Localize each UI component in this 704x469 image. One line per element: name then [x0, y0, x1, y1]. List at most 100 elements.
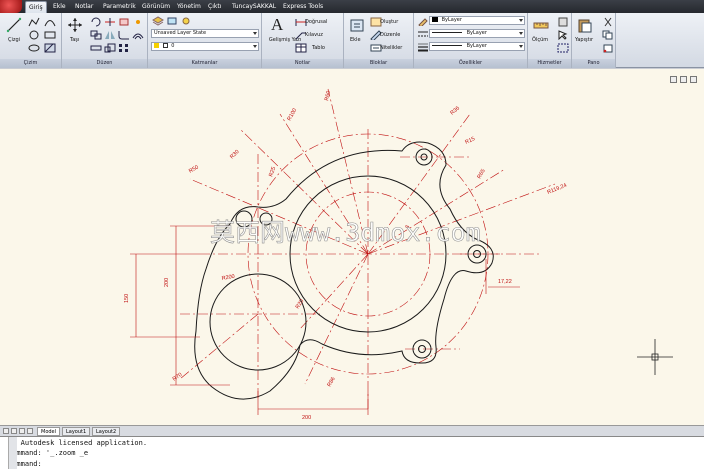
- application-menu-button[interactable]: [0, 0, 22, 13]
- table-icon[interactable]: [295, 43, 307, 53]
- command-line[interactable]: or Autodesk licensed application. Comman…: [0, 436, 704, 469]
- panel-duzen: Taşı Düzen: [62, 13, 148, 68]
- panel-notlar-title[interactable]: Notlar: [262, 59, 343, 68]
- panel-cizim-title[interactable]: Çizim: [0, 59, 61, 68]
- create-block-icon[interactable]: [370, 17, 382, 27]
- lightbulb-icon: [154, 43, 159, 48]
- tab-notlar[interactable]: Notlar: [72, 1, 96, 13]
- prev-layout-icon[interactable]: [11, 428, 17, 434]
- panel-hizmetler-title[interactable]: Hizmetler: [528, 59, 571, 68]
- drawing-canvas[interactable]: R60 R100 R30 R50 R25 R36 R15 R65 R119,24…: [0, 69, 704, 425]
- next-layout-icon[interactable]: [19, 428, 25, 434]
- dim-r86: R86: [327, 376, 337, 388]
- command-history-line-2: Command: '_.zoom _e: [8, 449, 89, 457]
- layer-properties-icon[interactable]: [152, 16, 164, 26]
- polyline-icon[interactable]: [28, 17, 40, 27]
- ribbon-tab-bar: Giriş Ekle Notlar Parametrik Görünüm Yön…: [0, 0, 704, 13]
- color-dropdown[interactable]: ByLayer: [429, 16, 525, 25]
- dim-r100: R100: [287, 108, 299, 122]
- cut-icon[interactable]: [602, 17, 614, 27]
- dim-linear-label[interactable]: Doğrusal: [305, 19, 327, 25]
- first-layout-icon[interactable]: [3, 428, 9, 434]
- layer-dropdown[interactable]: 0: [151, 42, 259, 51]
- leader-label[interactable]: Kılavuz: [305, 32, 323, 38]
- panel-cizim: Çizgi Çizim: [0, 13, 62, 68]
- attributes-icon[interactable]: [370, 43, 382, 53]
- tab-cikti[interactable]: Çıktı: [205, 1, 224, 13]
- offset-icon[interactable]: [132, 30, 144, 40]
- dim-17-22: 17,22: [498, 279, 512, 285]
- explode-icon[interactable]: [132, 17, 144, 27]
- panel-ozellikler: ByLayer ByLayer ByLayer Özellikler: [414, 13, 528, 68]
- paste-icon[interactable]: [577, 17, 593, 33]
- lineweight-dropdown[interactable]: ByLayer: [429, 42, 525, 51]
- panel-pano-title[interactable]: Pano: [572, 59, 615, 68]
- linetype-icon[interactable]: [417, 29, 429, 39]
- tab-giris[interactable]: Giriş: [25, 1, 47, 13]
- panel-bloklar-title[interactable]: Bloklar: [344, 59, 413, 68]
- insert-block-icon[interactable]: [349, 17, 365, 33]
- lineweight-value: ByLayer: [466, 43, 487, 49]
- measure-icon[interactable]: [533, 17, 549, 33]
- tab-tuncaysakkal[interactable]: TuncaySAKKAL: [229, 1, 279, 13]
- panel-katmanlar-title[interactable]: Katmanlar: [148, 59, 261, 68]
- layer-current-value: 0: [171, 43, 175, 49]
- watermark-text: 莫西网www.3dmox.com: [210, 218, 481, 247]
- layer-off-icon[interactable]: [180, 16, 192, 26]
- erase-icon[interactable]: [118, 17, 130, 27]
- scale-icon[interactable]: [104, 43, 116, 53]
- tab-gorunum[interactable]: Görünüm: [139, 1, 173, 13]
- quick-select-icon[interactable]: [557, 30, 569, 40]
- tab-express-tools[interactable]: Express Tools: [280, 1, 326, 13]
- dim-200-vertical: 200: [164, 278, 170, 287]
- calculator-icon[interactable]: [557, 17, 569, 27]
- crosshair-cursor-icon: [637, 339, 673, 375]
- panel-pano: Yapıştır Pano: [572, 13, 616, 68]
- mirror-icon[interactable]: [104, 30, 116, 40]
- dim-linear-icon[interactable]: [295, 17, 307, 27]
- line-icon[interactable]: [6, 17, 22, 33]
- tab-layout1[interactable]: Layout1: [62, 427, 91, 436]
- panel-ozellikler-title[interactable]: Özellikler: [414, 59, 527, 68]
- attributes-label[interactable]: Nitelikler: [380, 45, 402, 51]
- lineweight-icon[interactable]: [417, 42, 429, 52]
- last-layout-icon[interactable]: [27, 428, 33, 434]
- copy-icon[interactable]: [90, 30, 102, 40]
- rotate-icon[interactable]: [90, 17, 102, 27]
- command-scrollbar[interactable]: [8, 437, 17, 469]
- circle-icon[interactable]: [28, 30, 40, 40]
- leader-icon[interactable]: [295, 30, 306, 40]
- hatch-icon[interactable]: [44, 43, 56, 53]
- fillet-icon[interactable]: [118, 30, 130, 40]
- layer-state-dropdown[interactable]: Unsaved Layer State: [151, 29, 259, 38]
- multiline-text-icon[interactable]: A: [271, 15, 283, 35]
- edit-block-icon[interactable]: [370, 30, 382, 40]
- edit-block-label[interactable]: Düzenle: [380, 32, 400, 38]
- tab-parametrik[interactable]: Parametrik: [100, 1, 139, 13]
- copy-base-icon[interactable]: [602, 43, 614, 53]
- stretch-icon[interactable]: [90, 43, 102, 53]
- create-block-label[interactable]: Oluştur: [380, 19, 398, 25]
- match-properties-icon[interactable]: [417, 16, 429, 26]
- dim-r119: R119,24: [547, 183, 568, 196]
- select-all-icon[interactable]: [557, 43, 569, 53]
- copy-clip-icon[interactable]: [602, 30, 614, 40]
- dim-200-horizontal: 200: [302, 415, 311, 421]
- trim-icon[interactable]: [104, 17, 116, 27]
- ellipse-icon[interactable]: [28, 43, 40, 53]
- linetype-dropdown[interactable]: ByLayer: [429, 29, 525, 38]
- array-icon[interactable]: [118, 43, 130, 53]
- rectangle-icon[interactable]: [44, 30, 56, 40]
- dim-r65: R65: [477, 168, 487, 180]
- panel-hizmetler: Ölçüm Hizmetler: [528, 13, 572, 68]
- table-label[interactable]: Tablo: [312, 45, 325, 51]
- arc-icon[interactable]: [44, 17, 56, 27]
- layer-state-icon[interactable]: [166, 16, 178, 26]
- move-icon[interactable]: [67, 17, 83, 33]
- tab-layout2[interactable]: Layout2: [92, 427, 121, 436]
- tab-ekle[interactable]: Ekle: [50, 1, 69, 13]
- panel-duzen-title[interactable]: Düzen: [62, 59, 147, 68]
- dim-150: 150: [124, 294, 130, 303]
- tab-model[interactable]: Model: [37, 427, 61, 436]
- tab-yonetim[interactable]: Yönetim: [174, 1, 204, 13]
